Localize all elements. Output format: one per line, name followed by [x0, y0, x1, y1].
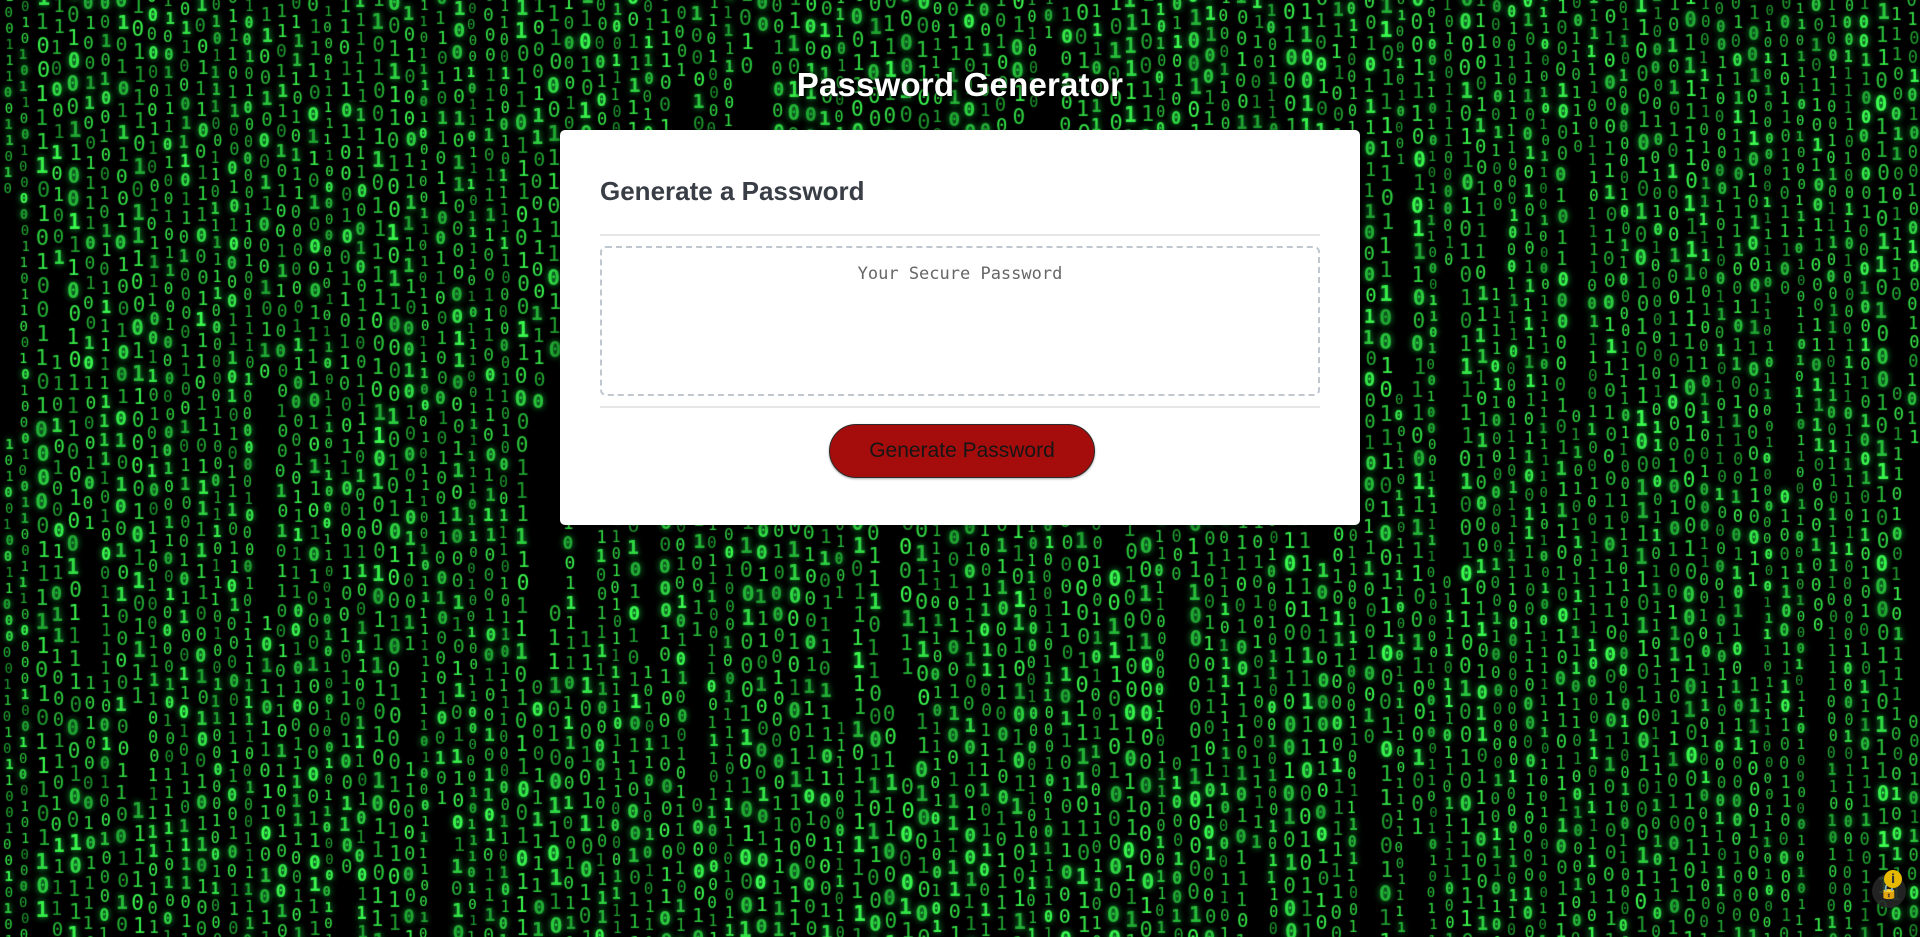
card-header: Generate a Password	[600, 130, 1320, 236]
info-glyph: i	[1890, 872, 1896, 886]
app-root: Password Generator Generate a Password G…	[0, 0, 1920, 937]
card-body	[600, 236, 1320, 408]
generate-password-button[interactable]: Generate Password	[829, 424, 1095, 478]
page-title: Password Generator	[796, 66, 1124, 104]
password-output[interactable]	[600, 246, 1320, 396]
info-icon[interactable]: i	[1884, 870, 1902, 888]
card-footer: Generate Password	[600, 408, 1320, 478]
card-title: Generate a Password	[600, 176, 865, 206]
password-card: Generate a Password Generate Password	[560, 130, 1360, 525]
